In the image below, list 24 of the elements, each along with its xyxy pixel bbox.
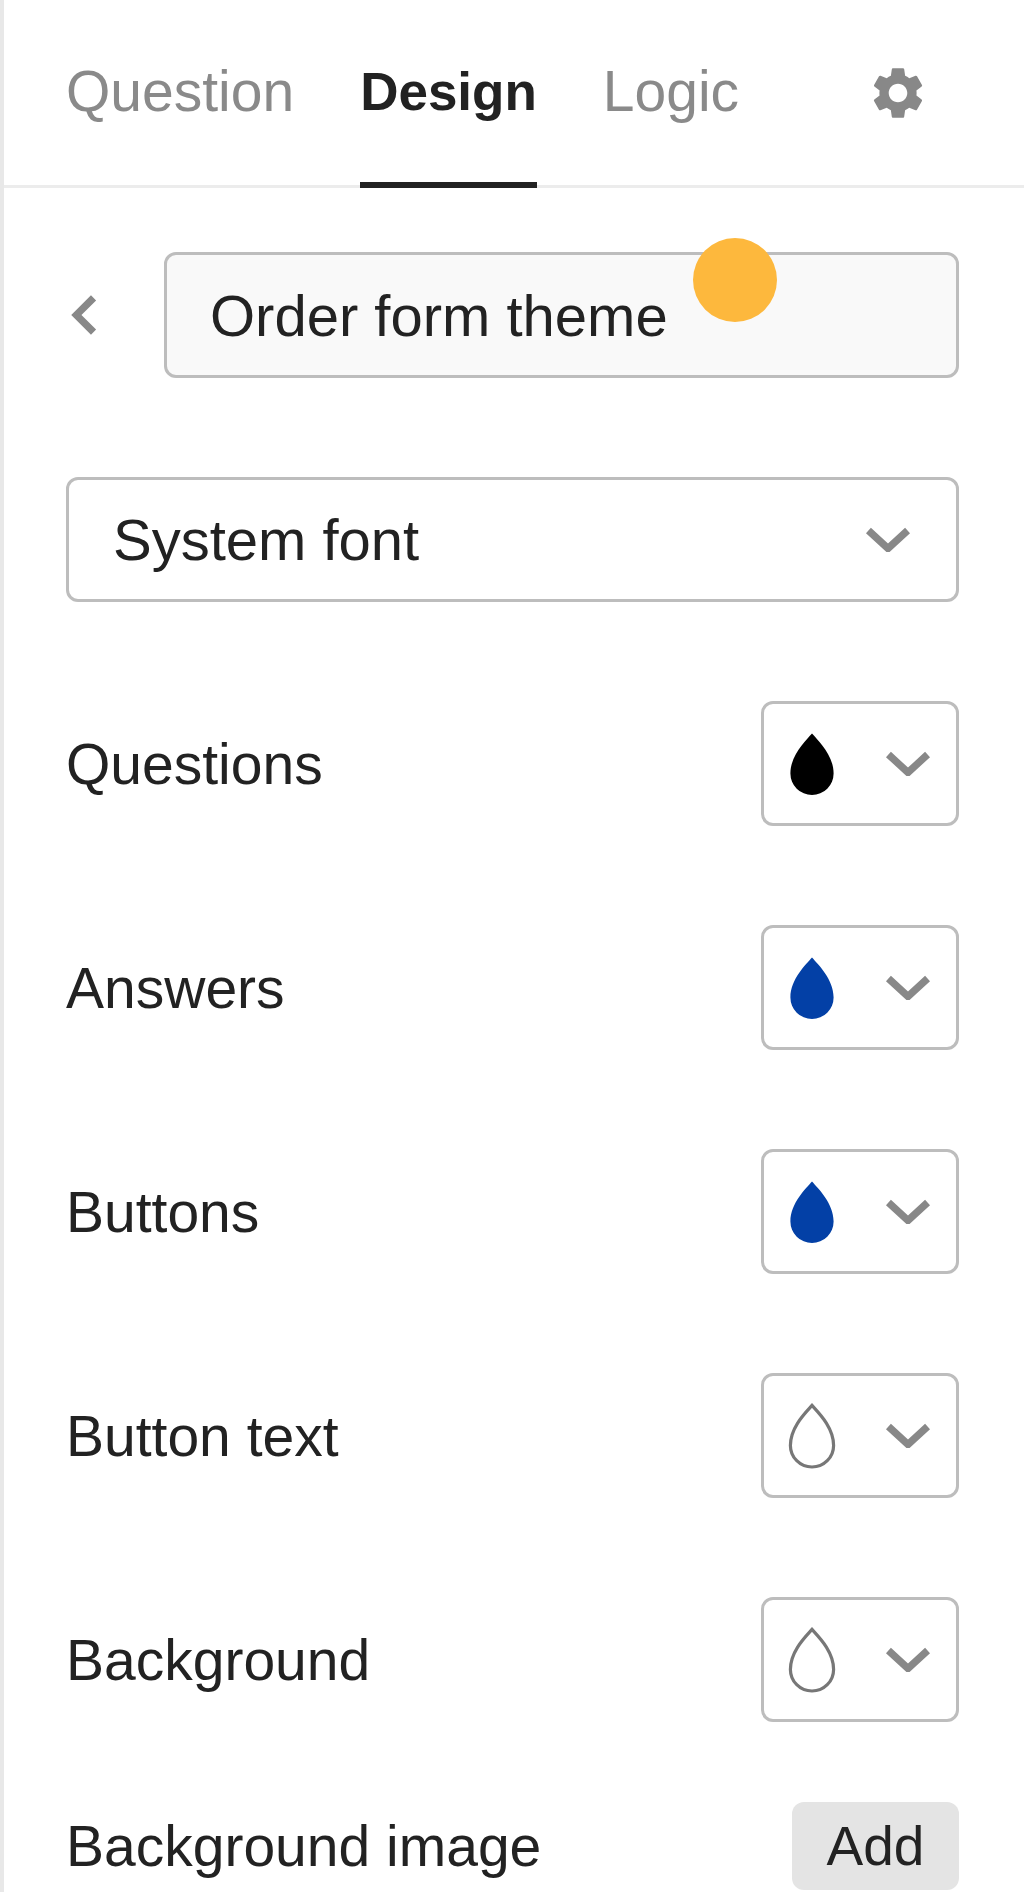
chevron-down-icon [885, 1647, 931, 1672]
drop-outline-icon [788, 1626, 836, 1693]
color-setting-label: Questions [66, 730, 323, 797]
chevron-down-icon [885, 1199, 931, 1224]
chevron-down-icon [865, 527, 911, 552]
color-picker-button[interactable] [761, 1373, 959, 1498]
background-image-label: Background image [66, 1813, 542, 1879]
theme-name-field[interactable]: Order form theme [164, 252, 959, 378]
color-picker-button[interactable] [761, 1149, 959, 1274]
font-select[interactable]: System font [66, 477, 959, 602]
color-setting-label: Buttons [66, 1178, 260, 1245]
chevron-down-icon [885, 1423, 931, 1448]
add-button[interactable]: Add [792, 1802, 959, 1890]
color-setting-label: Background [66, 1626, 371, 1693]
drop-outline-icon [788, 1402, 836, 1469]
back-icon[interactable] [70, 294, 98, 336]
color-setting-label: Answers [66, 954, 285, 1021]
chevron-down-icon [885, 751, 931, 776]
color-picker-button[interactable] [761, 925, 959, 1050]
tab[interactable]: Design [360, 0, 537, 188]
color-picker-button[interactable] [761, 701, 959, 826]
color-setting-label: Button text [66, 1402, 339, 1469]
chevron-down-icon [885, 975, 931, 1000]
color-picker-button[interactable] [761, 1597, 959, 1722]
